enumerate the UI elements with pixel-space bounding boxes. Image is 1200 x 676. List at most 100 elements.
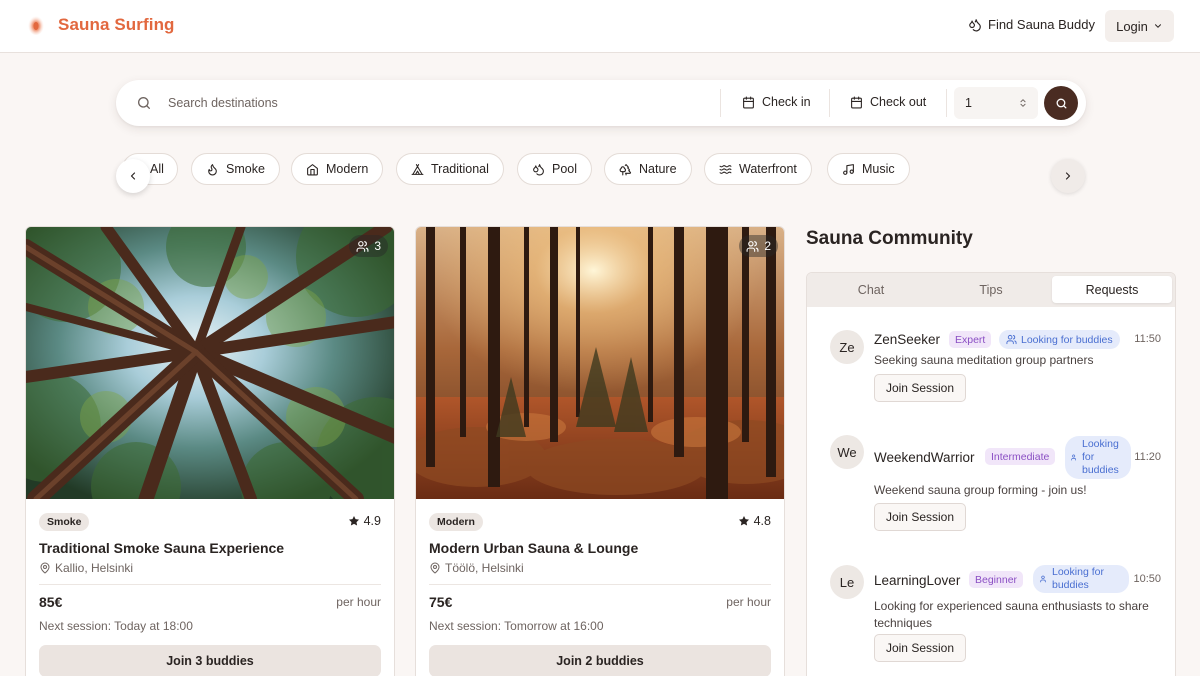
droplets-icon <box>968 18 982 32</box>
sauna-location: Töölö, Helsinki <box>429 561 524 575</box>
flame-logo-icon <box>28 14 44 36</box>
check-in-button[interactable]: Check in <box>742 95 811 109</box>
flame-icon <box>206 163 219 176</box>
sauna-title[interactable]: Traditional Smoke Sauna Experience <box>39 540 284 556</box>
tab-tips[interactable]: Tips <box>931 276 1051 303</box>
next-session: Next session: Tomorrow at 16:00 <box>429 619 604 633</box>
rating: 4.8 <box>738 514 771 528</box>
join-buddies-button[interactable]: Join 3 buddies <box>39 645 381 676</box>
calendar-icon <box>850 96 863 109</box>
price-unit: per hour <box>726 595 771 609</box>
check-out-button[interactable]: Check out <box>850 95 926 109</box>
search-input[interactable] <box>162 90 702 116</box>
request-message: Weekend sauna group forming - join us! <box>874 483 1087 497</box>
level-badge: Expert <box>949 331 992 348</box>
map-pin-icon <box>429 562 441 574</box>
looking-label: Looking for buddies <box>1052 566 1104 591</box>
category-waterfront[interactable]: Waterfront <box>704 153 812 185</box>
search-icon <box>136 95 152 111</box>
chevron-left-icon <box>127 170 139 182</box>
category-modern[interactable]: Modern <box>291 153 384 185</box>
level-badge: Beginner <box>969 571 1024 588</box>
sauna-type-tag: Modern <box>429 513 483 531</box>
chevron-down-icon <box>1153 21 1163 31</box>
sauna-type-tag: Smoke <box>39 513 90 531</box>
price: 85€ <box>39 594 63 610</box>
join-session-button[interactable]: Join Session <box>874 503 966 531</box>
category-smoke[interactable]: Smoke <box>191 153 280 185</box>
check-out-label: Check out <box>870 95 927 109</box>
sauna-photo: 2 <box>416 227 784 499</box>
star-icon <box>738 515 750 527</box>
user-name[interactable]: ZenSeeker <box>874 332 940 347</box>
category-label: All <box>150 162 164 176</box>
tab-requests[interactable]: Requests <box>1052 276 1172 303</box>
home-icon <box>306 163 319 176</box>
category-nature[interactable]: Nature <box>604 153 692 185</box>
divider <box>946 89 947 117</box>
category-label: Waterfront <box>739 162 797 176</box>
category-label: Modern <box>326 162 369 176</box>
looking-label: Looking for buddies <box>1021 333 1113 346</box>
map-pin-icon <box>39 562 51 574</box>
guests-stepper[interactable]: 1 <box>954 87 1038 119</box>
join-session-button[interactable]: Join Session <box>874 634 966 662</box>
join-session-button[interactable]: Join Session <box>874 374 966 402</box>
search-icon <box>1055 97 1068 110</box>
next-session: Next session: Today at 18:00 <box>39 619 193 633</box>
people-count-badge: 2 <box>739 235 778 257</box>
category-traditional[interactable]: Traditional <box>396 153 504 185</box>
chevron-right-icon <box>1062 170 1074 182</box>
divider <box>429 584 771 585</box>
looking-label: Looking for buddies <box>1082 438 1119 476</box>
users-icon <box>1071 454 1078 461</box>
login-button[interactable]: Login <box>1105 10 1174 42</box>
category-music[interactable]: Music <box>827 153 910 185</box>
community-panel: Chat Tips Requests Ze ZenSeeker Expert L… <box>806 272 1176 676</box>
request-time: 10:50 <box>1133 573 1161 585</box>
price: 75€ <box>429 594 453 610</box>
divider <box>829 89 830 117</box>
people-count: 2 <box>764 239 771 253</box>
user-name[interactable]: WeekendWarrior <box>874 450 975 465</box>
check-in-label: Check in <box>762 95 811 109</box>
looking-badge: Looking for buddies <box>999 330 1120 349</box>
search-bar: Check in Check out 1 <box>116 80 1086 126</box>
request-time: 11:20 <box>1134 451 1161 463</box>
join-buddies-button[interactable]: Join 2 buddies <box>429 645 771 676</box>
sauna-location: Kallio, Helsinki <box>39 561 133 575</box>
chevrons-up-down-icon <box>1018 96 1028 110</box>
find-buddy-link[interactable]: Find Sauna Buddy <box>968 17 1095 32</box>
find-buddy-label: Find Sauna Buddy <box>988 17 1095 32</box>
tent-icon <box>411 163 424 176</box>
sauna-title[interactable]: Modern Urban Sauna & Lounge <box>429 540 638 556</box>
request-message: Seeking sauna meditation group partners <box>874 353 1094 367</box>
tab-chat[interactable]: Chat <box>811 276 931 303</box>
people-count-badge: 3 <box>349 235 388 257</box>
user-name[interactable]: LearningLover <box>874 573 960 588</box>
avatar: We <box>830 435 864 469</box>
trees-icon <box>619 163 632 176</box>
request-time: 11:50 <box>1134 333 1161 345</box>
scroll-right-button[interactable] <box>1051 159 1085 193</box>
category-label: Music <box>862 162 895 176</box>
community-tabs: Chat Tips Requests <box>807 273 1175 307</box>
scroll-left-button[interactable] <box>116 159 150 193</box>
brand-logo[interactable]: Sauna Surfing <box>28 14 175 36</box>
sauna-card[interactable]: 2 Modern 4.8 Modern Urban Sauna & Lounge… <box>415 226 785 676</box>
category-pool[interactable]: Pool <box>517 153 593 185</box>
looking-badge: Looking for buddies <box>1065 436 1131 479</box>
avatar: Ze <box>830 330 864 364</box>
divider <box>39 584 381 585</box>
users-icon <box>356 240 369 253</box>
sauna-card[interactable]: 3 Smoke 4.9 Traditional Smoke Sauna Expe… <box>25 226 395 676</box>
category-label: Nature <box>639 162 677 176</box>
location-label: Töölö, Helsinki <box>445 561 524 575</box>
droplets-icon <box>532 163 545 176</box>
rating: 4.9 <box>348 514 381 528</box>
community-title: Sauna Community <box>806 228 973 249</box>
star-icon <box>348 515 360 527</box>
rating-value: 4.9 <box>363 514 381 528</box>
location-label: Kallio, Helsinki <box>55 561 134 575</box>
search-submit-button[interactable] <box>1044 86 1078 120</box>
